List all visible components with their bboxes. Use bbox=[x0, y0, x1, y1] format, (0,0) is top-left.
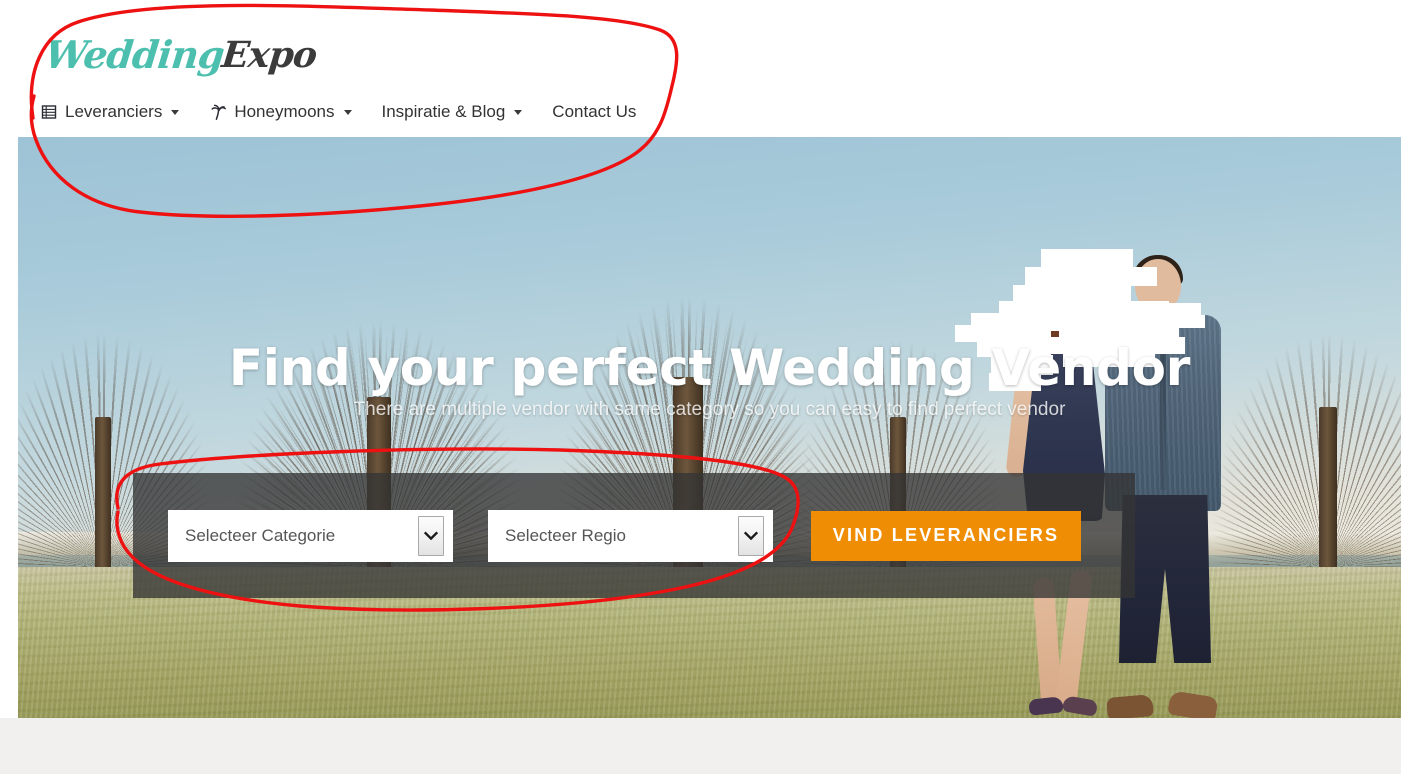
category-select-value: Selecteer Categorie bbox=[185, 525, 336, 545]
nav-label-inspiratie-blog: Inspiratie & Blog bbox=[381, 102, 506, 121]
boot bbox=[1106, 694, 1154, 718]
nav-item-inspiratie-blog[interactable]: Inspiratie & Blog bbox=[382, 96, 523, 128]
nav-item-honeymoons[interactable]: Honeymoons bbox=[209, 96, 352, 128]
region-select-value: Selecteer Regio bbox=[505, 525, 626, 545]
palm-tree-icon bbox=[209, 103, 227, 121]
chevron-down-icon[interactable] bbox=[418, 515, 444, 556]
vendor-search-panel: Selecteer Categorie Selecteer Regio VIND… bbox=[133, 473, 1135, 598]
site-header: Wedding Expo Leveranciers Honeymoons Ins… bbox=[0, 0, 1401, 137]
hero-subtitle: There are multiple vendor with same cate… bbox=[353, 399, 1066, 420]
region-select[interactable]: Selecteer Regio bbox=[488, 509, 773, 562]
below-hero-section bbox=[0, 718, 1401, 774]
chevron-down-icon bbox=[514, 109, 523, 115]
hero-banner: Find your perfect Wedding Vendor There a… bbox=[18, 137, 1401, 718]
list-table-icon bbox=[40, 103, 58, 121]
head bbox=[1135, 259, 1181, 314]
hero-title: Find your perfect Wedding Vendor bbox=[228, 338, 1191, 397]
nav-label-honeymoons: Honeymoons bbox=[234, 102, 335, 121]
logo-word-expo: Expo bbox=[219, 34, 318, 76]
logo-word-wedding: Wedding bbox=[42, 32, 226, 77]
page-root: Wedding Expo Leveranciers Honeymoons Ins… bbox=[0, 0, 1401, 774]
category-select[interactable]: Selecteer Categorie bbox=[168, 509, 453, 562]
hero-background-photo bbox=[18, 137, 1401, 718]
nav-label-contact-us: Contact Us bbox=[552, 102, 637, 121]
chevron-down-icon[interactable] bbox=[738, 515, 764, 556]
site-logo[interactable]: Wedding Expo bbox=[42, 28, 318, 82]
nav-item-leveranciers[interactable]: Leveranciers bbox=[40, 96, 180, 128]
nav-label-leveranciers: Leveranciers bbox=[65, 102, 163, 121]
head bbox=[1041, 259, 1083, 310]
nav-item-contact-us[interactable]: Contact Us bbox=[552, 96, 636, 128]
chevron-down-icon bbox=[171, 109, 180, 115]
find-vendors-button[interactable]: VIND LEVERANCIERS bbox=[811, 510, 1081, 561]
chevron-down-icon bbox=[343, 109, 352, 115]
boot bbox=[1167, 690, 1219, 718]
main-navigation: Leveranciers Honeymoons Inspiratie & Blo… bbox=[40, 96, 636, 128]
